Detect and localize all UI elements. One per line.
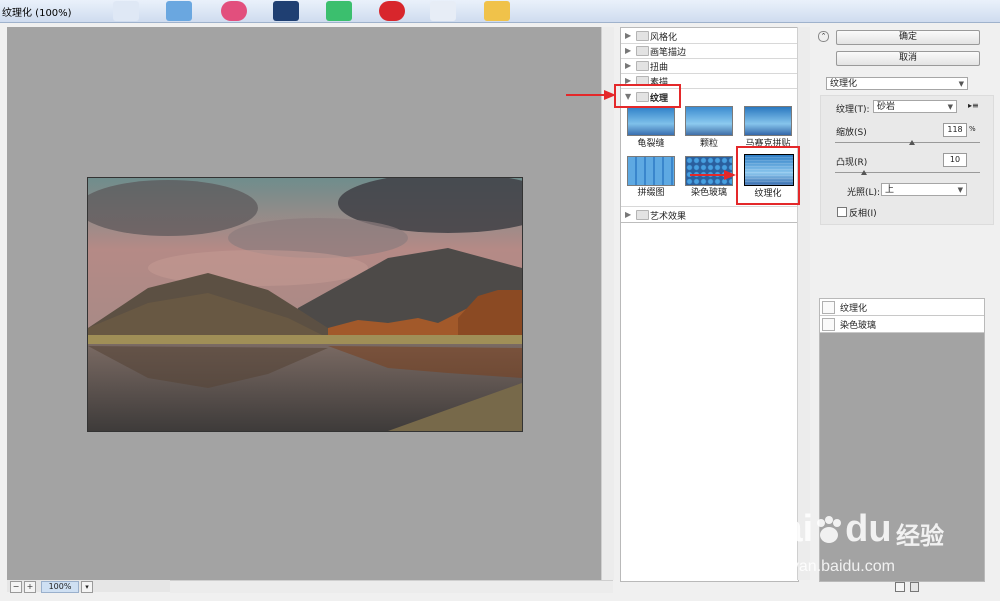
- light-select[interactable]: 上 ▼: [881, 183, 967, 196]
- folder-icon: [636, 210, 649, 220]
- canvas-horizontal-scrollbar[interactable]: [170, 580, 613, 593]
- chevron-down-icon: ▼: [957, 186, 963, 194]
- filter-thumb-grain[interactable]: [685, 106, 733, 136]
- watermark-brand: Bai du: [754, 508, 892, 550]
- zoom-out-button[interactable]: −: [10, 581, 22, 593]
- effect-layer-row[interactable]: 纹理化: [820, 299, 984, 316]
- preview-image: [87, 177, 523, 432]
- invert-label: 反相(I): [849, 209, 877, 219]
- annotation-box-texturizer: [736, 146, 800, 205]
- filter-label: 颗粒: [699, 139, 718, 149]
- filter-thumb-craquelure[interactable]: [627, 106, 675, 136]
- taskbar: 纹理化 (100%): [0, 0, 1000, 23]
- zoom-in-button[interactable]: +: [24, 581, 36, 593]
- effect-layer-row[interactable]: 染色玻璃: [820, 316, 984, 333]
- annotation-arrow-icon: [690, 170, 736, 180]
- watermark-cn: 经验: [896, 522, 944, 550]
- visibility-icon[interactable]: [822, 318, 835, 331]
- relief-input[interactable]: 10: [943, 153, 967, 167]
- category-stylize[interactable]: ▶ 风格化: [621, 28, 798, 44]
- filter-label: 染色玻璃: [690, 188, 727, 198]
- filter-label: 拼缀图: [637, 188, 665, 198]
- filter-thumb-patchwork[interactable]: [627, 156, 675, 186]
- filter-label: 龟裂缝: [637, 139, 665, 149]
- baidu-watermark: Bai du 经验 jingyan.baidu.com: [748, 488, 998, 588]
- chevron-down-icon: ▼: [958, 80, 964, 88]
- chevron-down-icon: ▼: [947, 103, 953, 111]
- category-brush-strokes[interactable]: ▶ 画笔描边: [621, 43, 798, 59]
- filter-thumb-mosaic-tiles[interactable]: [744, 106, 792, 136]
- scaling-unit: %: [969, 125, 976, 133]
- taskbar-app-icon[interactable]: [430, 1, 456, 21]
- category-artistic[interactable]: ▶ 艺术效果: [621, 206, 798, 223]
- ok-button[interactable]: 确定: [836, 30, 980, 45]
- relief-label: 凸现(R): [836, 158, 868, 168]
- folder-icon: [636, 46, 649, 56]
- chevron-right-icon: ▶: [625, 210, 632, 219]
- texture-select[interactable]: 砂岩 ▼: [873, 100, 957, 113]
- gallery-divider: [621, 222, 798, 223]
- relief-slider-thumb[interactable]: [861, 170, 867, 175]
- window-title: 纹理化 (100%): [2, 8, 72, 19]
- annotation-arrow-icon: [566, 90, 616, 100]
- scaling-slider-thumb[interactable]: [908, 140, 915, 145]
- texture-label: 纹理(T):: [836, 105, 870, 115]
- collapse-icon[interactable]: ⌃: [818, 31, 829, 42]
- chevron-right-icon: ▶: [625, 46, 632, 55]
- cancel-button[interactable]: 取消: [836, 51, 980, 66]
- chevron-right-icon: ▶: [625, 31, 632, 40]
- folder-icon: [636, 61, 649, 71]
- zoom-value[interactable]: 100%: [41, 581, 79, 593]
- taskbar-app-icon[interactable]: [221, 1, 247, 21]
- texturizer-options: 纹理(T): 砂岩 ▼ ▸≡ 缩放(S) 118 % 凸现(R) 10 光照(L…: [820, 95, 994, 225]
- taskbar-app-icon[interactable]: [166, 1, 192, 21]
- scaling-label: 缩放(S): [836, 128, 867, 138]
- canvas-vertical-scrollbar[interactable]: [601, 27, 614, 580]
- invert-checkbox[interactable]: [837, 207, 847, 217]
- category-distort[interactable]: ▶ 扭曲: [621, 58, 798, 74]
- watermark-url: jingyan.baidu.com: [766, 558, 895, 575]
- taskbar-app-icon[interactable]: [326, 1, 352, 21]
- taskbar-folder-icon[interactable]: [484, 1, 510, 21]
- taskbar-app-icon[interactable]: [379, 1, 405, 21]
- light-label: 光照(L):: [847, 188, 881, 198]
- zoom-dropdown-icon[interactable]: ▾: [81, 581, 93, 593]
- annotation-box-texture: [614, 84, 681, 108]
- texture-menu-icon[interactable]: ▸≡: [968, 101, 979, 110]
- filter-select[interactable]: 纹理化 ▼: [826, 77, 968, 90]
- paw-icon: [813, 512, 845, 543]
- taskbar-app-icon[interactable]: [113, 1, 139, 21]
- scaling-input[interactable]: 118: [943, 123, 967, 137]
- zoom-bar: − + 100% ▾: [7, 580, 170, 593]
- folder-icon: [636, 31, 649, 41]
- taskbar-photoshop-icon[interactable]: [273, 1, 299, 21]
- relief-slider[interactable]: [835, 172, 980, 173]
- visibility-icon[interactable]: [822, 301, 835, 314]
- scaling-slider[interactable]: [835, 142, 980, 143]
- chevron-right-icon: ▶: [625, 61, 632, 70]
